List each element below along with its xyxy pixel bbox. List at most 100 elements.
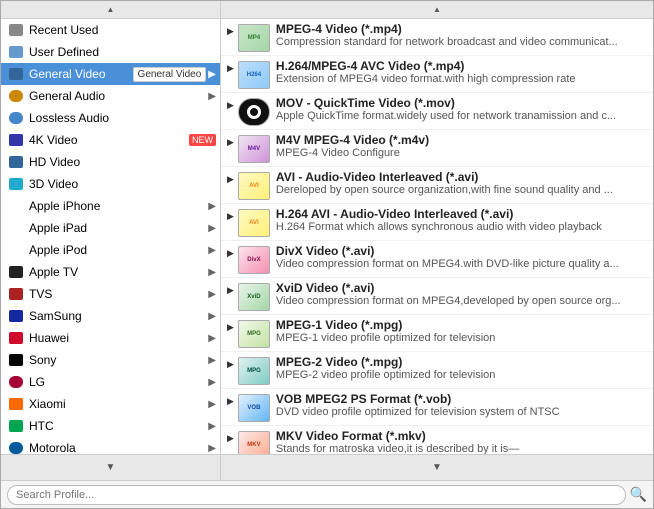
format-desc: DVD video profile optimized for televisi… (276, 406, 649, 418)
format-item-xvid[interactable]: ▶XviDXviD Video (*.avi)Video compression… (221, 278, 653, 315)
sidebar-item-motorola[interactable]: Motorola▶ (1, 437, 220, 454)
format-icon-divx: DivX (238, 246, 270, 274)
down-arrow-right-icon: ▼ (432, 462, 442, 473)
sidebar-item-label: Apple iPod (29, 243, 206, 257)
sidebar-item-label: Motorola (29, 441, 206, 454)
sidebar-item-apple-tv[interactable]: Apple TV▶ (1, 261, 220, 283)
format-icon-label: MKV (247, 442, 260, 449)
format-text-block: MPEG-1 Video (*.mpg)MPEG-1 video profile… (276, 318, 649, 344)
format-icon-label: AVI (249, 220, 259, 227)
format-item-m4v[interactable]: ▶ M4V M4V MPEG-4 Video (*.m4v)MPEG-4 Video… (221, 130, 653, 167)
sidebar-item-label: HTC (29, 419, 206, 433)
sidebar-item-label: Xiaomi (29, 397, 206, 411)
format-icon-mkv: MKV (238, 431, 270, 454)
format-item-h264[interactable]: ▶H264H.264/MPEG-4 AVC Video (*.mp4)Exten… (221, 56, 653, 93)
sidebar-item-htc[interactable]: HTC▶ (1, 415, 220, 437)
format-item-mpeg2[interactable]: ▶MPGMPEG-2 Video (*.mpg)MPEG-2 video pro… (221, 352, 653, 389)
format-text-block: M4V MPEG-4 Video (*.m4v)MPEG-4 Video Con… (276, 133, 649, 159)
format-item-mkv[interactable]: ▶MKVMKV Video Format (*.mkv)Stands for m… (221, 426, 653, 454)
format-item-mpeg1[interactable]: ▶MPGMPEG-1 Video (*.mpg)MPEG-1 video pro… (221, 315, 653, 352)
format-item-avi[interactable]: ▶AVIAVI - Audio-Video Interleaved (*.avi… (221, 167, 653, 204)
format-title: DivX Video (*.avi) (276, 244, 649, 258)
format-desc: MPEG-2 video profile optimized for telev… (276, 369, 649, 381)
format-item-vob[interactable]: ▶VOBVOB MPEG2 PS Format (*.vob)DVD video… (221, 389, 653, 426)
search-input[interactable] (7, 485, 626, 505)
format-title: H.264 AVI - Audio-Video Interleaved (*.a… (276, 207, 649, 221)
format-text-block: H.264 AVI - Audio-Video Interleaved (*.a… (276, 207, 649, 233)
expand-arrow-icon: ▶ (208, 267, 216, 278)
format-icon-mpeg2: MPG (238, 357, 270, 385)
hd-icon (7, 154, 25, 170)
sidebar-item-xiaomi[interactable]: Xiaomi▶ (1, 393, 220, 415)
item-arrow-icon: ▶ (227, 396, 234, 407)
format-title: MKV Video Format (*.mkv) (276, 429, 649, 443)
sidebar-item-lossless-audio[interactable]: Lossless Audio (1, 107, 220, 129)
sidebar-item-tvs[interactable]: TVS▶ (1, 283, 220, 305)
format-item-h264avi[interactable]: ▶AVIH.264 AVI - Audio-Video Interleaved … (221, 204, 653, 241)
sidebar-item-apple-ipod[interactable]: Apple iPod▶ (1, 239, 220, 261)
right-scroll-up[interactable]: ▲ (221, 1, 653, 18)
format-icon-label: DivX (247, 257, 260, 264)
left-panel[interactable]: Recent UsedUser Defined General Video Gene… (1, 19, 221, 454)
left-scroll-up[interactable]: ▲ (1, 1, 221, 18)
sidebar-item-3d-video[interactable]: 3D Video (1, 173, 220, 195)
sidebar-item-label: 3D Video (29, 177, 216, 191)
sidebar-item-sony[interactable]: Sony▶ (1, 349, 220, 371)
item-arrow-icon: ▶ (227, 433, 234, 444)
format-item-mov[interactable]: ▶MOV - QuickTime Video (*.mov)Apple Quic… (221, 93, 653, 130)
lg-icon (7, 374, 25, 390)
sidebar-item-user-defined[interactable]: User Defined (1, 41, 220, 63)
format-icon-xvid: XviD (238, 283, 270, 311)
sidebar-item-4k-video[interactable]: 4K VideoNEW (1, 129, 220, 151)
format-title: MPEG-2 Video (*.mpg) (276, 355, 649, 369)
format-icon-h264: H264 (238, 61, 270, 89)
sidebar-item-recent-used[interactable]: Recent Used (1, 19, 220, 41)
sidebar-item-label: Apple iPad (29, 221, 206, 235)
format-icon-label: M4V (248, 146, 260, 153)
sidebar-item-label: LG (29, 375, 206, 389)
search-row: 🔍 (1, 480, 653, 508)
tooltip-badge: General Video (133, 67, 207, 82)
sidebar-item-lg[interactable]: LG▶ (1, 371, 220, 393)
expand-arrow-icon: ▶ (208, 377, 216, 388)
right-panel[interactable]: ▶ MP4 MPEG-4 Video (*.mp4)Compression stan… (221, 19, 653, 454)
sidebar-item-apple-iphone[interactable]: Apple iPhone▶ (1, 195, 220, 217)
format-icon-mpeg4: MP4 (238, 24, 270, 52)
right-scroll-down[interactable]: ▼ (221, 455, 653, 480)
search-icon[interactable]: 🔍 (630, 486, 647, 503)
general-video-icon (7, 66, 25, 82)
apple-icon (7, 198, 25, 214)
format-title: MPEG-4 Video (*.mp4) (276, 22, 649, 36)
expand-arrow-icon: ▶ (208, 201, 216, 212)
sidebar-item-samsung[interactable]: SamSung▶ (1, 305, 220, 327)
format-icon-label: VOB (247, 405, 260, 412)
format-desc: MPEG-1 video profile optimized for telev… (276, 332, 649, 344)
sidebar-item-hd-video[interactable]: HD Video (1, 151, 220, 173)
top-scrollbar-row: ▲ ▲ (1, 1, 653, 19)
format-desc: Apple QuickTime format.widely used for n… (276, 110, 649, 122)
sidebar-item-label: HD Video (29, 155, 216, 169)
sidebar-item-huawei[interactable]: Huawei▶ (1, 327, 220, 349)
sidebar-item-apple-ipad[interactable]: Apple iPad▶ (1, 217, 220, 239)
item-arrow-icon: ▶ (227, 137, 234, 148)
format-text-block: XviD Video (*.avi)Video compression form… (276, 281, 649, 307)
format-desc: Extension of MPEG4 video format.with hig… (276, 73, 649, 85)
format-item-mpeg4[interactable]: ▶MP4MPEG-4 Video (*.mp4)Compression stan… (221, 19, 653, 56)
format-icon-mov (238, 98, 270, 126)
sidebar-item-general-audio[interactable]: General Audio▶ (1, 85, 220, 107)
bottom-row: ▼ ▼ (1, 454, 653, 480)
left-scroll-down[interactable]: ▼ (1, 455, 221, 480)
sidebar-item-label: General Video (29, 67, 129, 81)
apple-icon (7, 220, 25, 236)
format-icon-label: MPG (247, 368, 261, 375)
expand-arrow-icon: ▶ (208, 399, 216, 410)
expand-arrow-icon: ▶ (208, 443, 216, 454)
format-icon-h264avi: AVI (238, 209, 270, 237)
motorola-icon (7, 440, 25, 454)
sidebar-item-general-video[interactable]: General VideoGeneral Video▶ (1, 63, 220, 85)
expand-arrow-icon: ▶ (208, 245, 216, 256)
format-desc: Compression standard for network broadca… (276, 36, 649, 48)
format-text-block: DivX Video (*.avi)Video compression form… (276, 244, 649, 270)
format-item-divx[interactable]: ▶DivXDivX Video (*.avi)Video compression… (221, 241, 653, 278)
sidebar-item-label: Huawei (29, 331, 206, 345)
